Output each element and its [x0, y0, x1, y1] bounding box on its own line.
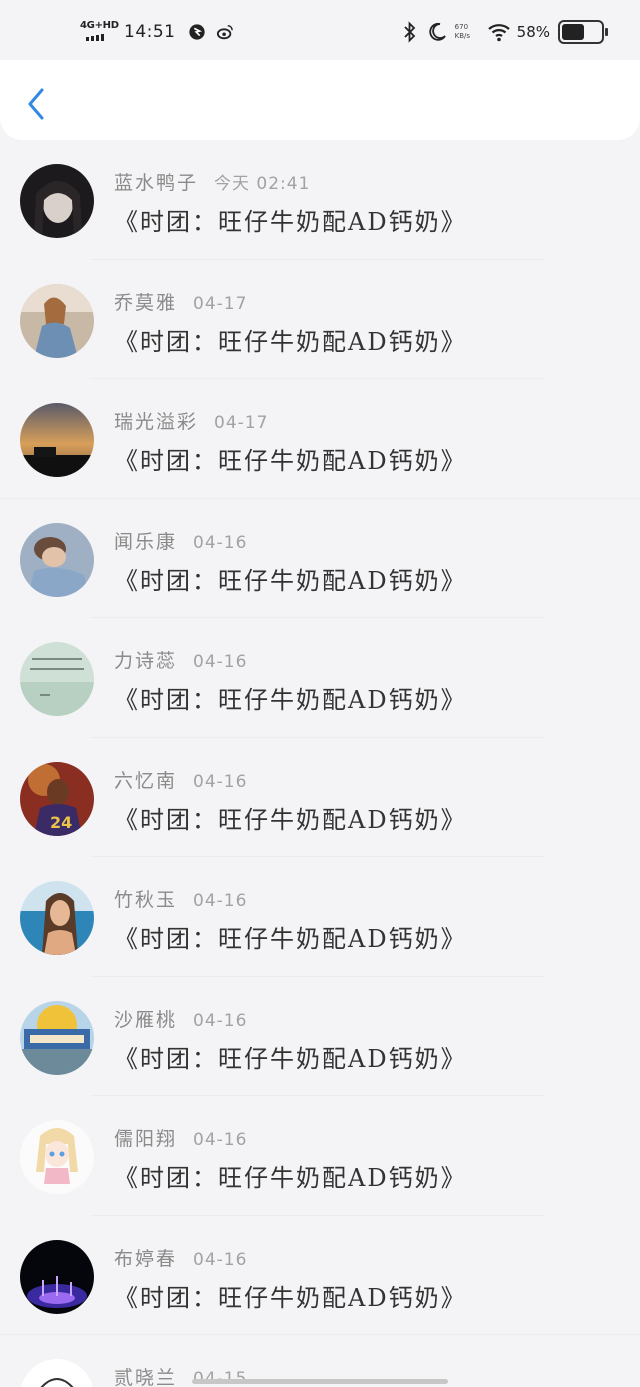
avatar[interactable]: [20, 1120, 94, 1194]
comment-time: 04-16: [193, 891, 248, 911]
comment-text: 《时团：旺仔牛奶配AD钙奶》: [114, 686, 467, 714]
comment-item[interactable]: 沙雁桃 04-16 《时团：旺仔牛奶配AD钙奶》: [0, 977, 640, 1096]
comment-time: 04-17: [214, 413, 269, 433]
avatar[interactable]: [20, 881, 94, 955]
avatar[interactable]: [20, 1239, 94, 1314]
app-notification-icon: [188, 24, 205, 40]
username[interactable]: 瑞光溢彩: [114, 411, 198, 433]
avatar[interactable]: [20, 1359, 94, 1387]
comment-item[interactable]: 24 六忆南 04-16 《时团：旺仔牛奶配AD钙奶》: [0, 738, 640, 857]
weibo-icon: [216, 24, 233, 40]
avatar[interactable]: [20, 522, 94, 597]
comment-text: 《时团：旺仔牛奶配AD钙奶》: [114, 1044, 467, 1073]
comment-text: 《时团：旺仔牛奶配AD钙奶》: [114, 566, 467, 595]
comment-time: 04-17: [193, 293, 248, 314]
do-not-disturb-moon-icon: [428, 22, 446, 41]
comment-time: 04-16: [193, 1130, 248, 1150]
status-bar: 4G+HD 14:51 670 KB/s 58%: [0, 0, 640, 68]
avatar[interactable]: 24: [20, 761, 94, 836]
avatar[interactable]: [20, 283, 94, 358]
comment-text: 《时团：旺仔牛奶配AD钙奶》: [114, 1283, 467, 1312]
comment-time: 04-16: [193, 771, 248, 792]
comment-item[interactable]: 布婷春 04-16 《时团：旺仔牛奶配AD钙奶》: [0, 1216, 640, 1335]
status-time: 14:51: [124, 22, 176, 42]
username[interactable]: 贰晓兰: [114, 1367, 177, 1387]
username[interactable]: 儒阳翔: [114, 1128, 177, 1150]
avatar[interactable]: [20, 642, 94, 716]
username[interactable]: 乔莫雅: [114, 292, 177, 314]
svg-text:24: 24: [50, 813, 72, 832]
cellular-signal-icon: 4G+HD: [80, 20, 119, 44]
username[interactable]: 沙雁桃: [114, 1009, 177, 1031]
comment-item[interactable]: 闻乐康 04-16 《时团：旺仔牛奶配AD钙奶》: [0, 499, 640, 618]
comment-item[interactable]: 竹秋玉 04-16 《时团：旺仔牛奶配AD钙奶》: [0, 857, 640, 977]
comment-text: 《时团：旺仔牛奶配AD钙奶》: [114, 327, 467, 356]
wifi-icon: [487, 24, 510, 42]
comment-time: 今天 02:41: [214, 174, 311, 194]
avatar[interactable]: [20, 164, 94, 238]
comment-item[interactable]: 瑞光溢彩 04-17 《时团：旺仔牛奶配AD钙奶》: [0, 379, 640, 499]
comment-text: 《时团：旺仔牛奶配AD钙奶》: [114, 925, 467, 953]
username[interactable]: 闻乐康: [114, 531, 177, 553]
home-indicator[interactable]: [192, 1379, 448, 1384]
avatar[interactable]: [20, 403, 94, 477]
comment-text: 《时团：旺仔牛奶配AD钙奶》: [114, 447, 467, 475]
comment-time: 04-16: [193, 1249, 248, 1270]
network-speed: 670 KB/s: [454, 23, 471, 40]
comment-time: 04-16: [193, 532, 248, 553]
username[interactable]: 竹秋玉: [114, 889, 177, 911]
battery-fill: [562, 24, 585, 40]
comment-text: 《时团：旺仔牛奶配AD钙奶》: [114, 208, 467, 236]
username[interactable]: 六忆南: [114, 770, 177, 792]
network-type: 4G+HD: [80, 20, 119, 31]
username[interactable]: 蓝水鸭子: [114, 172, 198, 194]
username[interactable]: 力诗蕊: [114, 650, 177, 672]
battery-percent: 58%: [516, 23, 550, 41]
battery-icon: [558, 20, 608, 44]
comment-item[interactable]: 力诗蕊 04-16 《时团：旺仔牛奶配AD钙奶》: [0, 618, 640, 738]
chevron-left-icon: [28, 88, 44, 120]
comment-item[interactable]: 儒阳翔 04-16 《时团：旺仔牛奶配AD钙奶》: [0, 1096, 640, 1216]
bluetooth-icon: [404, 21, 415, 43]
comment-item[interactable]: 乔莫雅 04-17 《时团：旺仔牛奶配AD钙奶》: [0, 260, 640, 379]
comment-list: 蓝水鸭子 今天 02:41 《时团：旺仔牛奶配AD钙奶》 乔莫雅 04-17 《时团…: [0, 140, 640, 1387]
comment-text: 《时团：旺仔牛奶配AD钙奶》: [114, 1164, 467, 1192]
comment-time: 04-16: [193, 1010, 248, 1031]
comment-time: 04-16: [193, 652, 248, 672]
back-button[interactable]: [20, 84, 52, 124]
comment-time: 04-15: [193, 1369, 248, 1387]
comment-text: 《时团：旺仔牛奶配AD钙奶》: [114, 805, 467, 834]
username[interactable]: 布婷春: [114, 1248, 177, 1270]
comment-item[interactable]: 蓝水鸭子 今天 02:41 《时团：旺仔牛奶配AD钙奶》: [0, 140, 640, 260]
avatar[interactable]: [20, 1000, 94, 1075]
top-header: [0, 60, 640, 140]
